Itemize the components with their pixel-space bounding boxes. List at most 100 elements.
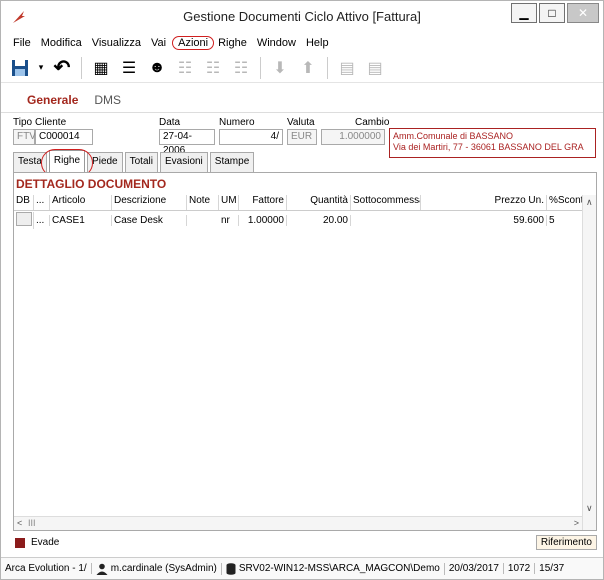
evade-label: Evade: [31, 537, 60, 548]
tab-generale[interactable]: Generale: [27, 93, 78, 107]
maximize-icon: □: [548, 6, 556, 20]
move-up-button[interactable]: ⬆: [295, 55, 321, 81]
valuta-field[interactable]: EUR: [287, 129, 317, 145]
menu-help[interactable]: Help: [302, 37, 335, 49]
tab-righe[interactable]: Righe: [48, 150, 86, 172]
col-sconto[interactable]: %Sconto: [547, 195, 587, 210]
cambio-field[interactable]: 1.000000: [321, 129, 385, 145]
document-button[interactable]: ▤: [334, 55, 360, 81]
cell-quantita[interactable]: 20.00: [287, 214, 351, 226]
col-dots[interactable]: ...: [34, 195, 50, 210]
add-row-icon: ☷: [177, 59, 193, 77]
toolbar-separator: [327, 56, 328, 79]
users-icon: ☻: [148, 58, 166, 76]
col-sottocommessa[interactable]: Sottocommessa: [351, 195, 421, 210]
cell-sconto[interactable]: 5: [547, 214, 587, 226]
scroll-right-icon[interactable]: >: [574, 518, 579, 528]
toolbar-separator: [260, 56, 261, 79]
undo-button[interactable]: ↶: [49, 55, 75, 81]
db-checkbox[interactable]: [16, 211, 32, 226]
document-list-button[interactable]: ▤: [362, 55, 388, 81]
title-bar: Gestione Documenti Ciclo Attivo [Fattura…: [1, 1, 603, 33]
edit-list-icon: ☰: [121, 59, 137, 77]
cliente-field[interactable]: C000014: [35, 129, 93, 145]
menu-visualizza[interactable]: Visualizza: [88, 37, 147, 49]
detail-panel: DETTAGLIO DOCUMENTO DB ... Articolo Desc…: [13, 172, 597, 531]
cell-prezzo[interactable]: 59.600: [421, 214, 547, 226]
scroll-down-icon[interactable]: ∨: [586, 503, 593, 514]
horizontal-scrollbar[interactable]: < III >: [14, 516, 582, 530]
tab-piede[interactable]: Piede: [87, 152, 123, 172]
save-icon: [12, 59, 28, 76]
minimize-button[interactable]: ▁: [511, 3, 537, 23]
panel-footer: Evade Riferimento: [13, 535, 597, 551]
tab-totali[interactable]: Totali: [124, 152, 158, 172]
toolbar: ▾ ↶ ▦ ☰ ☻ ☷ ☷ ☷ ⬇ ⬆ ▤ ▤: [1, 53, 603, 83]
col-um[interactable]: UM: [219, 195, 239, 210]
tab-dms[interactable]: DMS: [94, 93, 121, 107]
cell-um[interactable]: nr: [219, 214, 239, 226]
insert-row-button[interactable]: ☷: [200, 55, 226, 81]
col-prezzo[interactable]: Prezzo Un.: [421, 195, 547, 210]
document-tabs: Testa Righe Piede Totali Evasioni Stampe: [13, 150, 255, 172]
edit-list-button[interactable]: ☰: [116, 55, 142, 81]
menu-window[interactable]: Window: [253, 37, 302, 49]
status-app: Arca Evolution - 1/: [1, 563, 92, 574]
tab-evasioni[interactable]: Evasioni: [159, 152, 208, 172]
user-icon: [96, 563, 108, 575]
users-button[interactable]: ☻: [144, 55, 170, 81]
section-tabs: Generale DMS: [1, 87, 603, 113]
menu-vai[interactable]: Vai: [147, 37, 172, 49]
close-icon: ✕: [577, 6, 589, 20]
col-articolo[interactable]: Articolo: [50, 195, 112, 210]
undo-icon: ↶: [53, 57, 71, 79]
save-dropdown-button[interactable]: ▾: [35, 55, 47, 81]
evade-color-swatch: [15, 538, 25, 548]
data-label: Data: [159, 117, 181, 128]
row-dots-button[interactable]: ...: [34, 214, 50, 226]
delete-row-icon: ☷: [233, 59, 249, 77]
menu-azioni[interactable]: Azioni: [172, 36, 215, 50]
col-fattore[interactable]: Fattore: [239, 195, 287, 210]
numero-field[interactable]: 4/: [219, 129, 283, 145]
status-db-text: SRV02-WIN12-MSS\ARCA_MAGCON\Demo: [238, 563, 440, 574]
scroll-up-icon[interactable]: ∧: [586, 197, 593, 208]
tipo-field[interactable]: FTV: [13, 129, 36, 145]
status-user-text: m.cardinale (SysAdmin): [110, 563, 217, 574]
document-list-icon: ▤: [367, 59, 383, 77]
menu-righe[interactable]: Righe: [214, 37, 253, 49]
menu-file[interactable]: File: [9, 37, 37, 49]
cell-descrizione[interactable]: Case Desk: [112, 214, 187, 226]
col-descrizione[interactable]: Descrizione: [112, 195, 187, 210]
menu-modifica[interactable]: Modifica: [37, 37, 88, 49]
add-row-button[interactable]: ☷: [172, 55, 198, 81]
cell-articolo[interactable]: CASE1: [50, 214, 112, 226]
scroll-left-icon[interactable]: <: [17, 518, 22, 528]
tab-testa[interactable]: Testa: [13, 152, 47, 172]
valuta-label: Valuta: [287, 117, 315, 128]
app-window: Gestione Documenti Ciclo Attivo [Fattura…: [0, 0, 604, 580]
save-button[interactable]: [7, 55, 33, 81]
database-icon: [226, 562, 236, 575]
grid-header: DB ... Articolo Descrizione Note UM Fatt…: [14, 195, 596, 211]
col-db[interactable]: DB: [14, 195, 34, 210]
riferimento-button[interactable]: Riferimento: [535, 535, 597, 550]
minimize-icon: ▁: [519, 6, 529, 20]
delete-row-button[interactable]: ☷: [228, 55, 254, 81]
calendar-button[interactable]: ▦: [88, 55, 114, 81]
scroll-thumb[interactable]: III: [28, 518, 36, 528]
cell-fattore[interactable]: 1.00000: [239, 214, 287, 226]
vertical-scrollbar[interactable]: ∧ ∨: [582, 195, 596, 530]
table-row[interactable]: ... CASE1 Case Desk nr 1.00000 20.00 59.…: [14, 211, 596, 229]
col-quantita[interactable]: Quantità: [287, 195, 351, 210]
tab-stampe[interactable]: Stampe: [209, 152, 255, 172]
calendar-icon: ▦: [93, 59, 109, 77]
col-note[interactable]: Note: [187, 195, 219, 210]
data-field[interactable]: 27-04-2006: [159, 129, 215, 156]
menu-bar: File Modifica Visualizza Vai Azioni Righ…: [1, 33, 603, 53]
tipo-label: Tipo: [13, 117, 33, 128]
row-db-cell[interactable]: [14, 211, 34, 229]
move-down-button[interactable]: ⬇: [267, 55, 293, 81]
close-button[interactable]: ✕: [567, 3, 599, 23]
maximize-button[interactable]: □: [539, 3, 565, 23]
